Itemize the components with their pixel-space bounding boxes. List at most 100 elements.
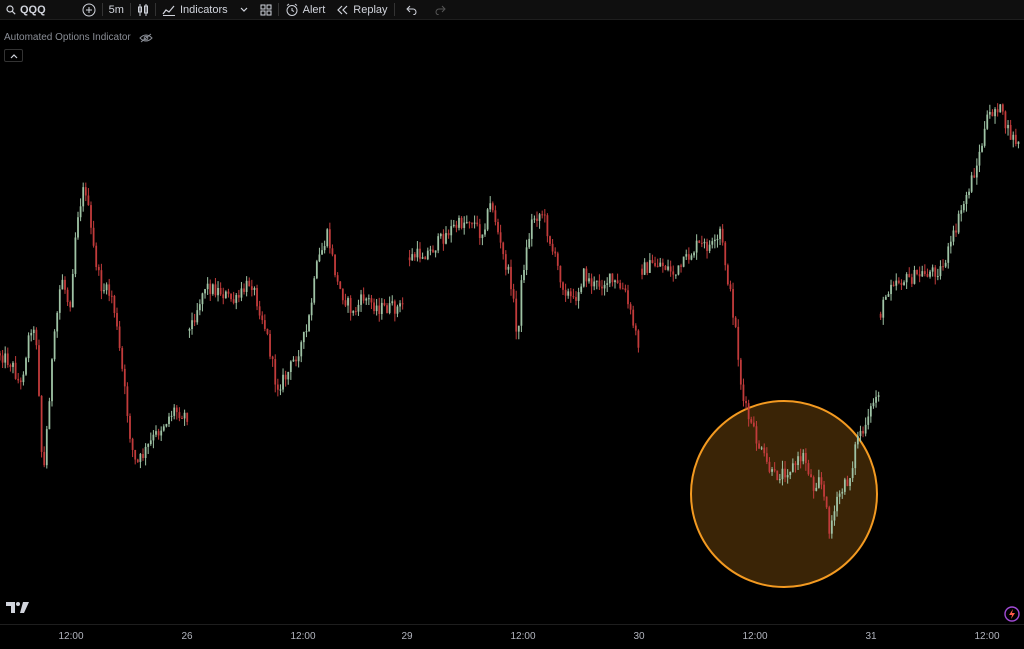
candle	[439, 232, 442, 239]
candle	[4, 346, 7, 369]
candle-body	[763, 447, 766, 454]
candle-body	[445, 233, 447, 244]
candle-body	[14, 362, 17, 379]
candle-body	[64, 279, 66, 290]
candle	[588, 273, 590, 284]
candle-body	[546, 215, 549, 237]
candle	[193, 313, 196, 327]
candle	[354, 307, 357, 316]
candle	[528, 233, 531, 250]
candle-body	[113, 295, 116, 314]
candle-body	[952, 230, 955, 242]
candle	[869, 403, 872, 423]
candle	[396, 304, 399, 318]
highlight-circle[interactable]	[690, 400, 878, 588]
candle	[326, 228, 329, 248]
candle	[61, 274, 64, 290]
candle-body	[698, 240, 701, 243]
candle	[510, 259, 512, 296]
candle-body	[302, 331, 305, 343]
candle	[429, 245, 432, 256]
price-chart[interactable]	[0, 60, 1024, 624]
candle-body	[776, 470, 779, 480]
candle-body	[170, 415, 173, 417]
replay-label: Replay	[353, 3, 388, 16]
candle-body	[232, 299, 235, 303]
chevron-up-icon	[10, 53, 17, 58]
candle	[614, 279, 616, 289]
candle-body	[178, 412, 181, 418]
candle-body	[700, 242, 703, 244]
candle-body	[693, 252, 695, 256]
bolt-icon[interactable]	[1004, 606, 1020, 622]
candle-body	[939, 266, 942, 277]
candle-body	[862, 430, 864, 434]
candle	[411, 248, 414, 261]
symbol-search[interactable]: QQQ	[0, 0, 52, 19]
candle	[279, 384, 282, 396]
candle-body	[651, 260, 654, 263]
candle-body	[877, 395, 880, 397]
candle-body	[627, 290, 629, 305]
chart-type-button[interactable]	[131, 0, 155, 19]
compare-symbol-button[interactable]	[76, 0, 102, 19]
candle	[323, 240, 326, 254]
indicators-dropdown[interactable]	[234, 0, 254, 19]
candle	[960, 205, 963, 222]
candle	[92, 220, 95, 248]
candle-body	[227, 291, 230, 294]
candle-body	[1012, 134, 1015, 140]
candle-body	[682, 256, 685, 267]
candle-body	[173, 407, 176, 416]
candle-body	[123, 368, 126, 387]
candle-body	[1004, 111, 1007, 129]
layout-button[interactable]	[254, 0, 278, 19]
candle	[664, 264, 667, 271]
redo-button[interactable]	[427, 0, 455, 19]
candle	[157, 428, 160, 440]
alert-button[interactable]: Alert	[279, 0, 332, 19]
undo-button[interactable]	[395, 0, 427, 19]
tradingview-logo[interactable]	[6, 600, 30, 614]
candle-body	[820, 477, 823, 485]
candle-body	[872, 402, 875, 407]
candle	[129, 413, 131, 443]
candle	[136, 458, 139, 463]
time-axis[interactable]: 12:00 26 12:00 29 12:00 30 12:00 31 12:00	[0, 624, 1024, 649]
candle	[734, 316, 737, 329]
interval-button[interactable]: 5m	[103, 0, 130, 19]
candle-body	[543, 214, 546, 216]
indicator-name: Automated Options Indicator	[4, 32, 131, 43]
candle-body	[562, 282, 564, 290]
candle	[994, 107, 996, 124]
candle-body	[879, 313, 882, 318]
candle-body	[308, 315, 310, 332]
candle	[388, 296, 391, 315]
candle	[877, 391, 880, 402]
candle-body	[931, 267, 934, 272]
candle	[595, 280, 598, 290]
candle-body	[507, 266, 510, 270]
candle-body	[799, 456, 802, 462]
candle-body	[103, 290, 105, 292]
candle-body	[999, 104, 1002, 113]
candle-body	[851, 468, 854, 479]
candle	[737, 319, 740, 367]
candle	[53, 329, 56, 362]
candle-body	[674, 274, 677, 276]
candle-body	[69, 302, 72, 308]
replay-button[interactable]: Replay	[331, 0, 393, 19]
candle-body	[680, 265, 682, 267]
indicators-button[interactable]: Indicators	[156, 0, 234, 19]
candle-body	[455, 224, 458, 228]
candle	[45, 425, 48, 469]
candle	[580, 283, 583, 295]
eye-off-icon[interactable]	[139, 33, 153, 43]
candle-body	[183, 412, 186, 419]
candle-body	[815, 487, 818, 491]
candle	[445, 226, 447, 245]
candle	[1017, 141, 1020, 149]
candle	[627, 284, 629, 309]
candle-body	[396, 306, 399, 314]
candle-body	[504, 254, 507, 270]
